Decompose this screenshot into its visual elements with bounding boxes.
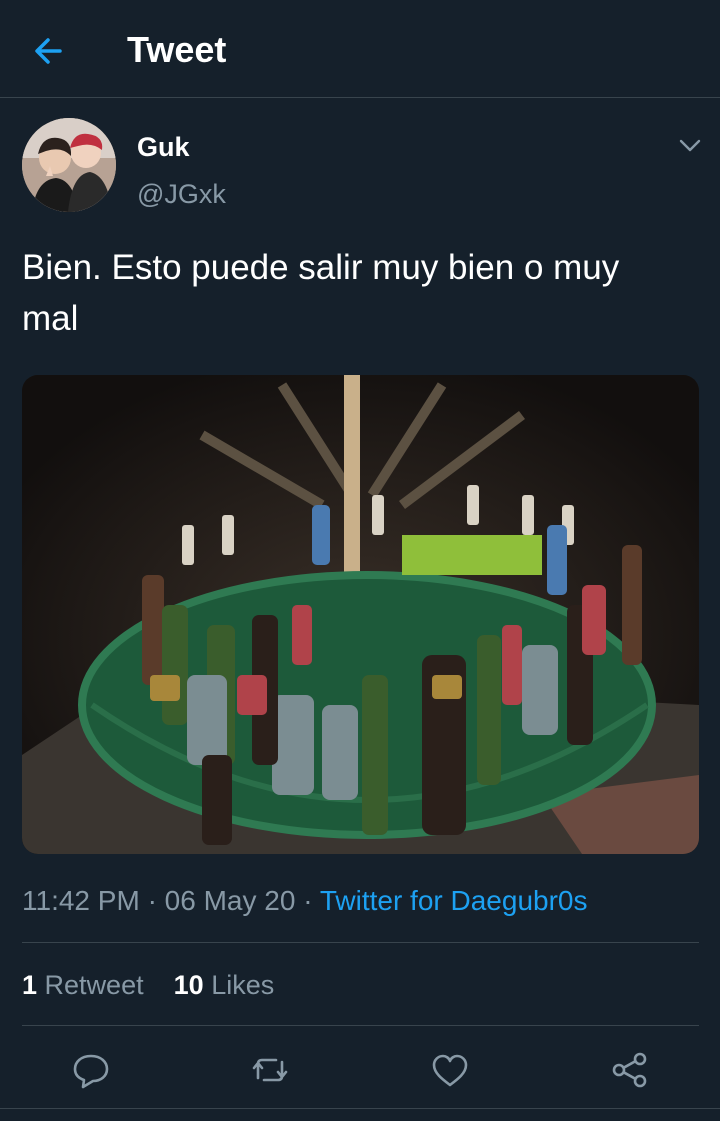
retweets-stat[interactable]: 1 Retweet (22, 970, 144, 1000)
likes-count: 10 (173, 970, 204, 1000)
user-handle[interactable]: @JGxk (137, 178, 226, 210)
divider (22, 1025, 699, 1026)
retweet-icon[interactable] (248, 1048, 292, 1092)
action-bar (0, 1040, 720, 1100)
avatar[interactable] (22, 118, 116, 212)
likes-label: Likes (211, 970, 275, 1000)
tweet-stats: 1 Retweet 10 Likes (22, 967, 274, 1003)
tweet-metadata: 11:42 PM · 06 May 20 · Twitter for Daegu… (22, 883, 587, 919)
header-bar: Tweet (0, 0, 720, 98)
likes-stat[interactable]: 10 Likes (174, 970, 275, 1000)
tweet-photo[interactable] (22, 375, 699, 854)
share-icon[interactable] (608, 1048, 652, 1092)
separator-dot: · (303, 885, 313, 916)
tweet-date: 06 May 20 (164, 885, 296, 916)
divider (22, 942, 699, 943)
tweet-time: 11:42 PM (22, 885, 140, 916)
tweet-source-link[interactable]: Twitter for Daegubr0s (320, 885, 588, 916)
tweet-text: Bien. Esto puede salir muy bien o muy ma… (22, 248, 629, 338)
separator-dot: · (147, 885, 157, 916)
back-arrow-icon[interactable] (30, 31, 70, 71)
retweets-label: Retweet (44, 970, 144, 1000)
divider (0, 1108, 720, 1109)
like-icon[interactable] (428, 1048, 472, 1092)
display-name[interactable]: Guk (137, 131, 190, 163)
chevron-down-icon[interactable] (676, 132, 704, 158)
retweets-count: 1 (22, 970, 38, 1000)
page-title: Tweet (127, 29, 227, 70)
reply-icon[interactable] (69, 1048, 113, 1092)
